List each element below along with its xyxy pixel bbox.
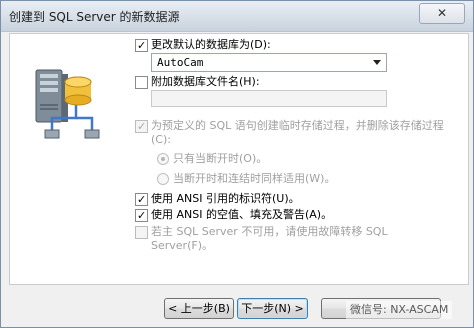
failover-label-line1: 若主 SQL Server 不可用，请使用故障转移 SQL [151,225,388,238]
change-default-db-label: 更改默认的数据库为(D): [151,38,271,51]
dialog-window: 创建到 SQL Server 的新数据源 ✕ ✓ 更改默认的数据库为(D): A… [0,0,474,328]
failover-checkbox[interactable] [135,226,148,239]
change-default-db-row[interactable]: 更改默认的数据库为(D): [135,38,271,52]
ansi-quoted-row[interactable]: 使用 ANSI 引用的标识符(U)。 [135,192,300,206]
attach-db-file-checkbox[interactable] [135,76,148,89]
ansi-quoted-checkbox[interactable] [135,193,148,206]
create-temp-proc-label: 为预定义的 SQL 语句创建临时存储过程，并删除该存储过程 (C): [151,119,444,147]
chevron-down-icon [373,60,381,65]
create-temp-proc-label-line2: (C): [151,133,171,146]
create-temp-proc-row[interactable]: 为预定义的 SQL 语句创建临时存储过程，并删除该存储过程 (C): [135,119,444,147]
window-title: 创建到 SQL Server 的新数据源 [9,10,180,24]
ansi-nulls-row[interactable]: 使用 ANSI 的空值、填充及警告(A)。 [135,208,332,222]
attach-db-file-row[interactable]: 附加数据库文件名(H): [135,75,260,89]
create-temp-proc-checkbox[interactable] [135,120,148,133]
close-icon: ✕ [436,6,448,20]
failover-label-line2: Server(F)。 [151,239,213,252]
ansi-quoted-label: 使用 ANSI 引用的标识符(U)。 [151,192,300,205]
ansi-nulls-checkbox[interactable] [135,209,148,222]
wechat-watermark: 微信号: NX-ASCAM [346,301,453,319]
attach-db-file-input[interactable] [151,90,387,107]
failover-label: 若主 SQL Server 不可用，请使用故障转移 SQL Server(F)。 [151,225,388,253]
default-database-value: AutoCam [157,56,204,69]
radio-only-disconnect[interactable] [157,153,169,165]
ansi-nulls-label: 使用 ANSI 的空值、填充及警告(A)。 [151,208,333,221]
radio-only-disconnect-label: 只有当断开时(O)。 [173,152,268,165]
change-default-db-checkbox[interactable] [135,39,148,52]
database-server-icon [35,69,100,139]
wizard-side-panel [10,34,128,284]
close-button[interactable]: ✕ [419,3,465,24]
radio-disconnect-and-connect-label: 当断开时和连结时同样适用(W)。 [173,172,336,185]
radio-only-disconnect-row[interactable]: 只有当断开时(O)。 [157,152,267,166]
title-bar: 创建到 SQL Server 的新数据源 ✕ [1,1,473,32]
back-button[interactable]: < 上一步(B) [164,298,234,319]
radio-disconnect-connect-row[interactable]: 当断开时和连结时同样适用(W)。 [157,172,335,186]
create-temp-proc-label-line1: 为预定义的 SQL 语句创建临时存储过程，并删除该存储过程 [151,119,444,132]
attach-db-file-label: 附加数据库文件名(H): [151,75,260,88]
radio-disconnect-and-connect[interactable] [157,173,169,185]
failover-row[interactable]: 若主 SQL Server 不可用，请使用故障转移 SQL Server(F)。 [135,225,388,253]
next-button[interactable]: 下一步(N) > [237,298,308,319]
default-database-select[interactable]: AutoCam [151,53,387,72]
